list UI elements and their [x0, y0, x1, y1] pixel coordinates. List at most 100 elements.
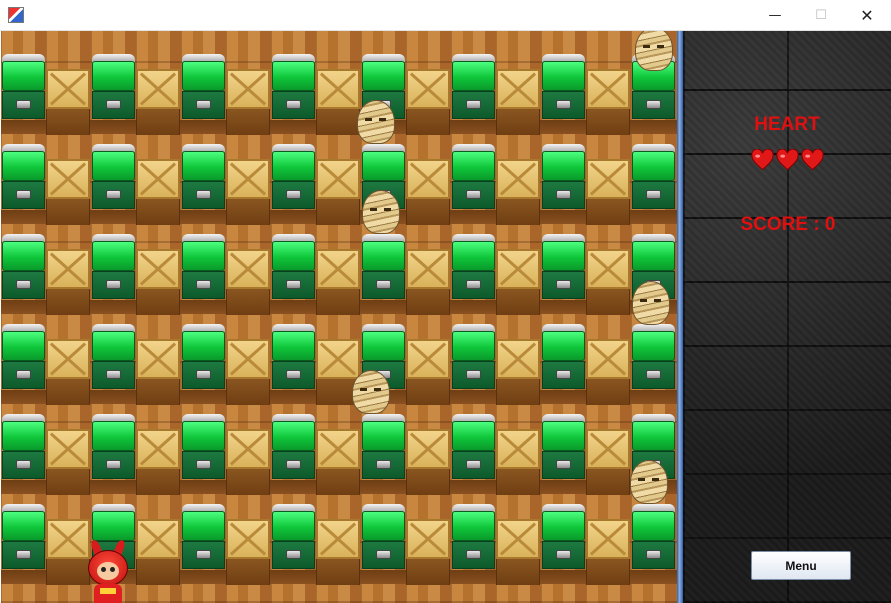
- wooden-crate-tile: [136, 69, 180, 109]
- maximize-button[interactable]: ☐: [798, 0, 844, 31]
- score-display: SCORE : 0: [740, 214, 836, 235]
- crate-shadow: [46, 469, 90, 495]
- crate-shadow: [496, 109, 540, 135]
- green-cabinet-tile: [541, 144, 586, 210]
- wooden-crate-tile: [406, 69, 450, 109]
- wooden-crate-tile: [496, 69, 540, 109]
- green-cabinet-tile: [271, 234, 316, 300]
- green-cabinet-tile: [181, 414, 226, 480]
- crate-shadow: [406, 379, 450, 405]
- minimize-button[interactable]: —: [752, 0, 798, 31]
- green-cabinet-tile: [631, 324, 676, 390]
- wooden-crate-tile: [316, 249, 360, 289]
- wooden-crate-tile: [406, 249, 450, 289]
- green-cabinet-tile: [271, 144, 316, 210]
- green-cabinet-tile: [271, 504, 316, 570]
- green-cabinet-tile: [361, 234, 406, 300]
- crate-shadow: [406, 109, 450, 135]
- green-cabinet-tile: [271, 54, 316, 120]
- crate-shadow: [586, 379, 630, 405]
- crate-shadow: [586, 109, 630, 135]
- green-cabinet-tile: [451, 324, 496, 390]
- crate-shadow: [226, 559, 270, 585]
- wooden-crate-tile: [496, 519, 540, 559]
- green-cabinet-tile: [541, 54, 586, 120]
- crate-shadow: [586, 289, 630, 315]
- wooden-crate-tile: [586, 429, 630, 469]
- wooden-crate-tile: [226, 519, 270, 559]
- crate-shadow: [586, 559, 630, 585]
- crate-shadow: [136, 469, 180, 495]
- game-board[interactable]: [1, 31, 677, 603]
- crate-shadow: [46, 109, 90, 135]
- green-cabinet-tile: [541, 504, 586, 570]
- heart-icon: [801, 149, 824, 171]
- green-cabinet-tile: [451, 234, 496, 300]
- green-cabinet-tile: [631, 144, 676, 210]
- wooden-crate-tile: [316, 159, 360, 199]
- green-cabinet-tile: [181, 54, 226, 120]
- green-cabinet-tile: [181, 324, 226, 390]
- green-cabinet-tile: [181, 144, 226, 210]
- player-character: [86, 539, 130, 603]
- crate-shadow: [316, 199, 360, 225]
- green-cabinet-tile: [181, 504, 226, 570]
- wooden-crate-tile: [406, 339, 450, 379]
- wooden-crate-tile: [226, 339, 270, 379]
- green-cabinet-tile: [541, 234, 586, 300]
- green-cabinet-tile: [1, 144, 46, 210]
- green-cabinet-tile: [91, 414, 136, 480]
- wooden-crate-tile: [586, 519, 630, 559]
- wooden-crate-tile: [46, 159, 90, 199]
- wooden-crate-tile: [46, 429, 90, 469]
- crate-shadow: [586, 199, 630, 225]
- green-cabinet-tile: [361, 414, 406, 480]
- wooden-crate-tile: [136, 429, 180, 469]
- wooden-crate-tile: [226, 249, 270, 289]
- green-cabinet-tile: [91, 234, 136, 300]
- mummy-enemy: [358, 188, 404, 234]
- wooden-crate-tile: [586, 69, 630, 109]
- menu-button[interactable]: Menu: [751, 551, 851, 580]
- mummy-enemy: [628, 279, 674, 325]
- mummy-enemy: [353, 98, 399, 144]
- wooden-crate-tile: [46, 69, 90, 109]
- wooden-crate-tile: [496, 429, 540, 469]
- crate-shadow: [226, 289, 270, 315]
- wooden-crate-tile: [406, 519, 450, 559]
- crate-shadow: [136, 199, 180, 225]
- green-cabinet-tile: [91, 54, 136, 120]
- heart-icon: [751, 149, 774, 171]
- wooden-crate-tile: [46, 249, 90, 289]
- green-cabinet-tile: [541, 414, 586, 480]
- crate-shadow: [46, 559, 90, 585]
- green-cabinet-tile: [451, 414, 496, 480]
- crate-shadow: [406, 199, 450, 225]
- wooden-crate-tile: [496, 339, 540, 379]
- wooden-crate-tile: [46, 339, 90, 379]
- green-cabinet-tile: [91, 324, 136, 390]
- wooden-crate-tile: [586, 249, 630, 289]
- wooden-crate-tile: [406, 159, 450, 199]
- close-button[interactable]: ✕: [844, 0, 890, 31]
- crate-shadow: [406, 559, 450, 585]
- crate-shadow: [226, 469, 270, 495]
- crate-shadow: [136, 559, 180, 585]
- wooden-crate-tile: [586, 159, 630, 199]
- mummy-enemy: [626, 458, 672, 504]
- heart-label: HEART: [754, 114, 820, 135]
- green-cabinet-tile: [1, 54, 46, 120]
- wooden-crate-tile: [316, 519, 360, 559]
- hud-sidebar: HEART SCORE : 0: [683, 31, 891, 603]
- green-cabinet-tile: [181, 234, 226, 300]
- lives-hearts: [751, 149, 824, 171]
- crate-shadow: [226, 379, 270, 405]
- green-cabinet-tile: [1, 324, 46, 390]
- crate-shadow: [496, 379, 540, 405]
- crate-shadow: [136, 379, 180, 405]
- crate-shadow: [136, 109, 180, 135]
- wooden-crate-tile: [496, 249, 540, 289]
- heart-icon: [776, 149, 799, 171]
- green-cabinet-tile: [631, 504, 676, 570]
- green-cabinet-tile: [271, 414, 316, 480]
